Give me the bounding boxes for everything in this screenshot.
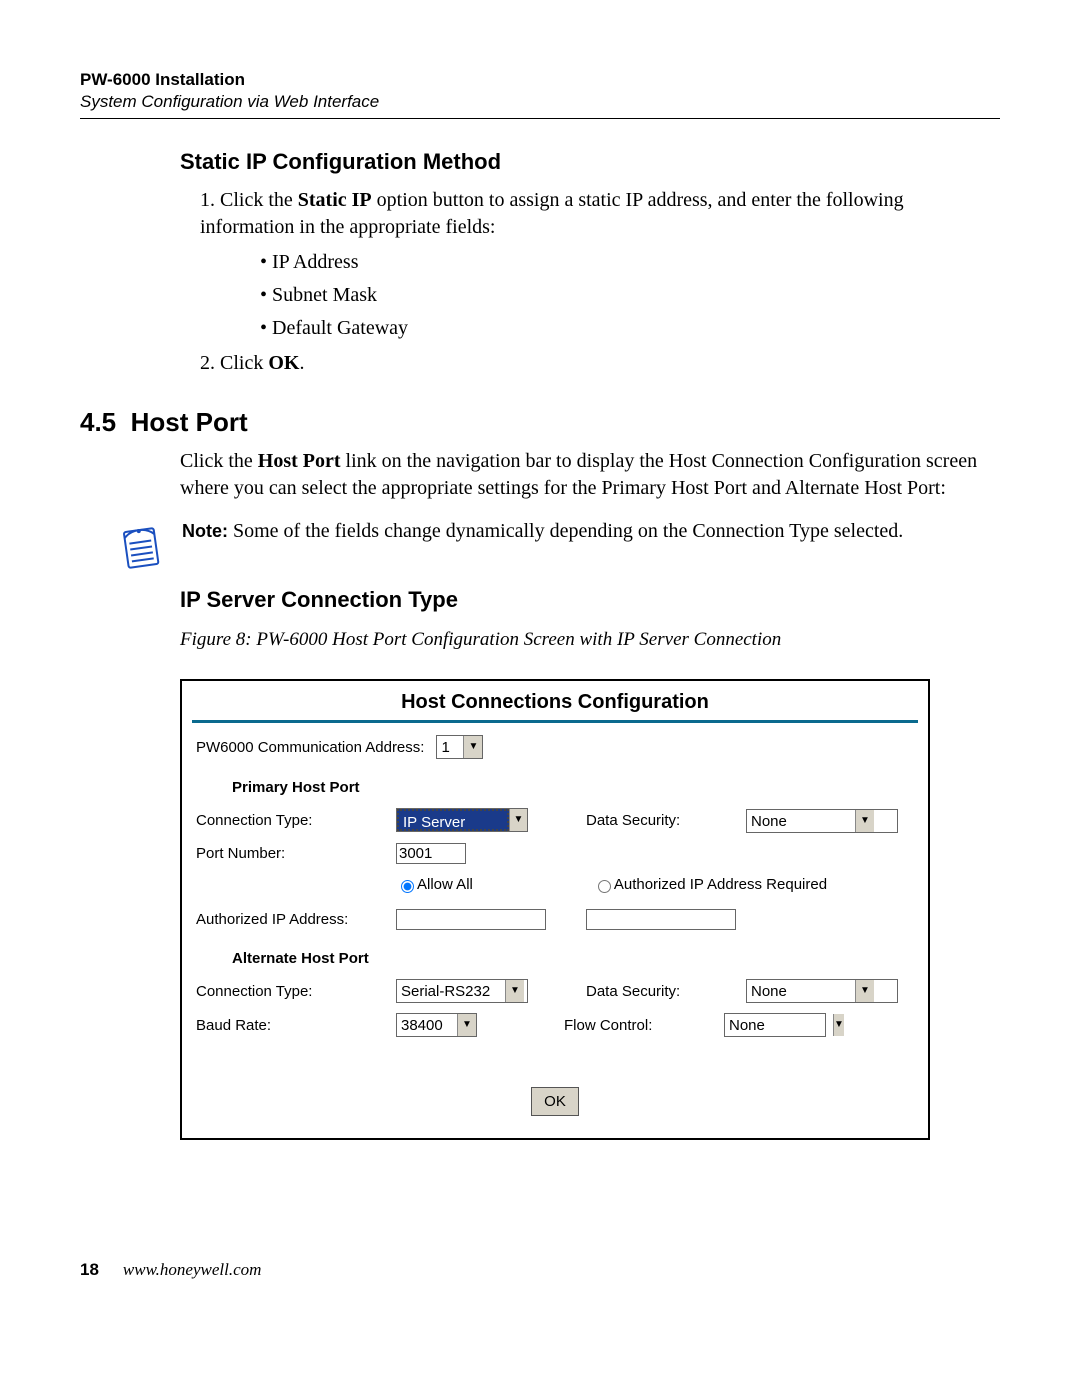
auth-ip-input-2[interactable] <box>586 909 736 930</box>
chevron-down-icon[interactable]: ▼ <box>855 810 874 832</box>
primary-data-security-label: Data Security: <box>586 810 746 831</box>
note-body: Some of the fields change dynamically de… <box>228 520 903 542</box>
note-text: Note: Some of the fields change dynamica… <box>182 520 903 543</box>
figure-8-caption: Figure 8: PW-6000 Host Port Configuratio… <box>180 629 1000 651</box>
chevron-down-icon[interactable]: ▼ <box>833 1014 844 1036</box>
section-number: 4.5 <box>80 407 116 437</box>
baud-rate-value: 38400 <box>397 1014 457 1036</box>
chevron-down-icon[interactable]: ▼ <box>855 980 874 1002</box>
step-2-text-a: Click <box>220 352 268 374</box>
chevron-down-icon[interactable]: ▼ <box>509 809 527 831</box>
comm-address-value: 1 <box>437 736 463 758</box>
port-number-input[interactable] <box>396 843 466 864</box>
auth-ip-input-1[interactable] <box>396 909 546 930</box>
ok-button[interactable]: OK <box>531 1087 579 1116</box>
host-connections-screenshot: Host Connections Configuration PW6000 Co… <box>180 679 930 1140</box>
chevron-down-icon[interactable]: ▼ <box>457 1014 476 1036</box>
comm-address-select[interactable]: 1 ▼ <box>436 735 483 759</box>
alt-data-security-select[interactable]: None ▼ <box>746 979 898 1003</box>
chevron-down-icon[interactable]: ▼ <box>505 980 524 1002</box>
alt-data-security-label: Data Security: <box>586 981 746 1002</box>
bullet-ip-address: IP Address <box>260 249 1000 276</box>
auth-required-radio[interactable]: Authorized IP Address Required <box>593 874 827 895</box>
static-ip-heading: Static IP Configuration Method <box>180 149 1000 175</box>
bullet-default-gateway: Default Gateway <box>260 315 1000 342</box>
step-1-text-a: Click the <box>220 189 298 211</box>
chevron-down-icon[interactable]: ▼ <box>463 736 482 758</box>
ip-server-heading: IP Server Connection Type <box>180 587 1000 613</box>
step-2: 2. Click OK. <box>200 350 1000 377</box>
note-icon <box>120 522 162 577</box>
ui-rule <box>192 720 918 723</box>
allow-all-label: Allow All <box>417 874 473 895</box>
auth-required-label: Authorized IP Address Required <box>614 874 827 895</box>
primary-conn-type-select[interactable]: IP Server ▼ <box>396 808 528 832</box>
alt-conn-type-label: Connection Type: <box>196 981 396 1002</box>
section-4-5: 4.5 Host Port <box>80 407 1000 438</box>
auth-required-radio-input[interactable] <box>598 880 611 893</box>
intro-bold: Host Port <box>258 450 341 472</box>
flow-control-value: None <box>725 1014 833 1036</box>
primary-data-security-value: None <box>747 810 855 832</box>
step-1: 1. Click the Static IP option button to … <box>200 187 1000 342</box>
allow-all-radio[interactable]: Allow All <box>396 874 473 895</box>
host-port-intro: Click the Host Port link on the navigati… <box>180 448 1000 502</box>
port-number-label: Port Number: <box>196 843 396 864</box>
step-2-text-b: . <box>299 352 304 374</box>
footer-site: www.honeywell.com <box>123 1260 262 1280</box>
ui-title: Host Connections Configuration <box>182 681 928 718</box>
primary-conn-type-value: IP Server <box>397 809 509 831</box>
header-rule <box>80 118 1000 119</box>
alt-conn-type-value: Serial-RS232 <box>397 980 505 1002</box>
section-title: Host Port <box>131 407 248 437</box>
alternate-host-port-heading: Alternate Host Port <box>196 948 914 969</box>
header-title: PW-6000 Installation <box>80 70 1000 90</box>
note-label: Note: <box>182 521 228 541</box>
baud-rate-select[interactable]: 38400 ▼ <box>396 1013 477 1037</box>
primary-data-security-select[interactable]: None ▼ <box>746 809 898 833</box>
primary-conn-type-label: Connection Type: <box>196 810 396 831</box>
flow-control-select[interactable]: None ▼ <box>724 1013 826 1037</box>
intro-text-a: Click the <box>180 450 258 472</box>
alt-conn-type-select[interactable]: Serial-RS232 ▼ <box>396 979 528 1003</box>
baud-rate-label: Baud Rate: <box>196 1015 396 1036</box>
step-1-number: 1. <box>200 189 215 211</box>
step-2-bold: OK <box>268 352 299 374</box>
header-subtitle: System Configuration via Web Interface <box>80 92 1000 112</box>
allow-all-radio-input[interactable] <box>401 880 414 893</box>
page-number: 18 <box>80 1260 99 1280</box>
step-1-bold: Static IP <box>298 189 372 211</box>
bullet-subnet-mask: Subnet Mask <box>260 282 1000 309</box>
alt-data-security-value: None <box>747 980 855 1002</box>
primary-host-port-heading: Primary Host Port <box>196 777 914 798</box>
comm-address-label: PW6000 Communication Address: <box>196 737 424 758</box>
auth-ip-label: Authorized IP Address: <box>196 909 396 930</box>
flow-control-label: Flow Control: <box>564 1015 724 1036</box>
step-2-number: 2. <box>200 352 215 374</box>
